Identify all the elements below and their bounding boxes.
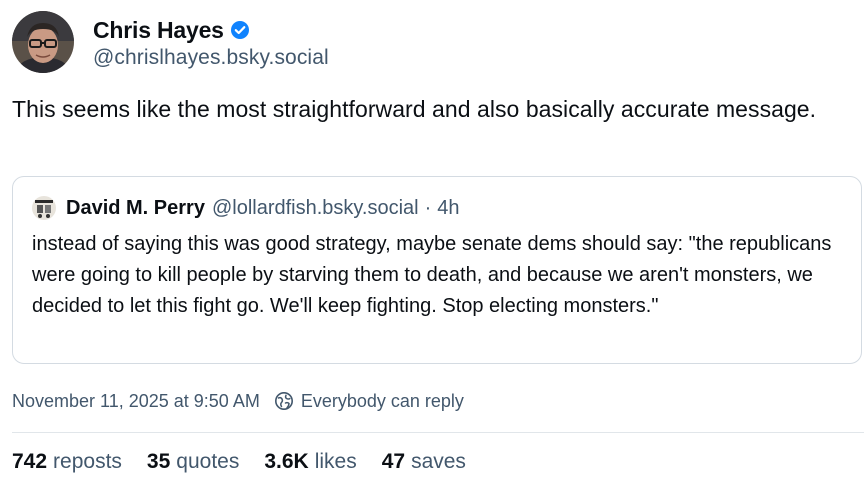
post-header: Chris Hayes @chrislhayes.bsky.social [12,10,329,74]
quoted-author-name: David M. Perry [66,196,205,219]
author-avatar[interactable] [12,11,74,73]
post-meta: November 11, 2025 at 9:50 AM Everybody c… [12,388,464,414]
stat-count: 35 [146,450,171,473]
globe-icon [274,391,294,411]
stat-count: 3.6K [264,450,309,473]
stat-label: quotes [176,450,240,473]
author-handle[interactable]: @chrislhayes.bsky.social [93,46,329,70]
quoted-separator: · [424,196,432,219]
post-text: This seems like the most straightforward… [12,96,817,122]
stat-label: reposts [53,450,122,473]
stat-label: saves [411,450,466,473]
reposts-stat[interactable]: 742 reposts [12,450,122,474]
quoted-post-time: 4h [437,196,460,219]
saves-stat[interactable]: 47 saves [382,450,466,474]
author-names: Chris Hayes @chrislhayes.bsky.social [93,14,329,70]
engagement-stats: 742 reposts 35 quotes 3.6K likes 47 saves [12,448,491,476]
quoted-author-avatar [32,196,56,220]
author-display-name[interactable]: Chris Hayes [93,17,224,44]
stat-label: likes [314,450,357,473]
stat-count: 742 [12,450,48,473]
post-timestamp: November 11, 2025 at 9:50 AM [12,390,260,411]
stats-divider [12,432,864,433]
quoted-post-card[interactable]: David M. Perry @lollardfish.bsky.social … [12,176,862,364]
quoted-post-header: David M. Perry @lollardfish.bsky.social … [32,195,460,221]
stat-count: 47 [381,450,406,473]
verified-badge-icon[interactable] [230,20,250,40]
quoted-author-handle: @lollardfish.bsky.social [211,196,419,219]
quoted-post-text: instead of saying this was good strategy… [32,233,832,317]
reply-setting-label: Everybody can reply [300,390,464,411]
quotes-stat[interactable]: 35 quotes [147,450,239,474]
likes-stat[interactable]: 3.6K likes [264,450,356,474]
reply-setting-button[interactable]: Everybody can reply [274,391,464,412]
